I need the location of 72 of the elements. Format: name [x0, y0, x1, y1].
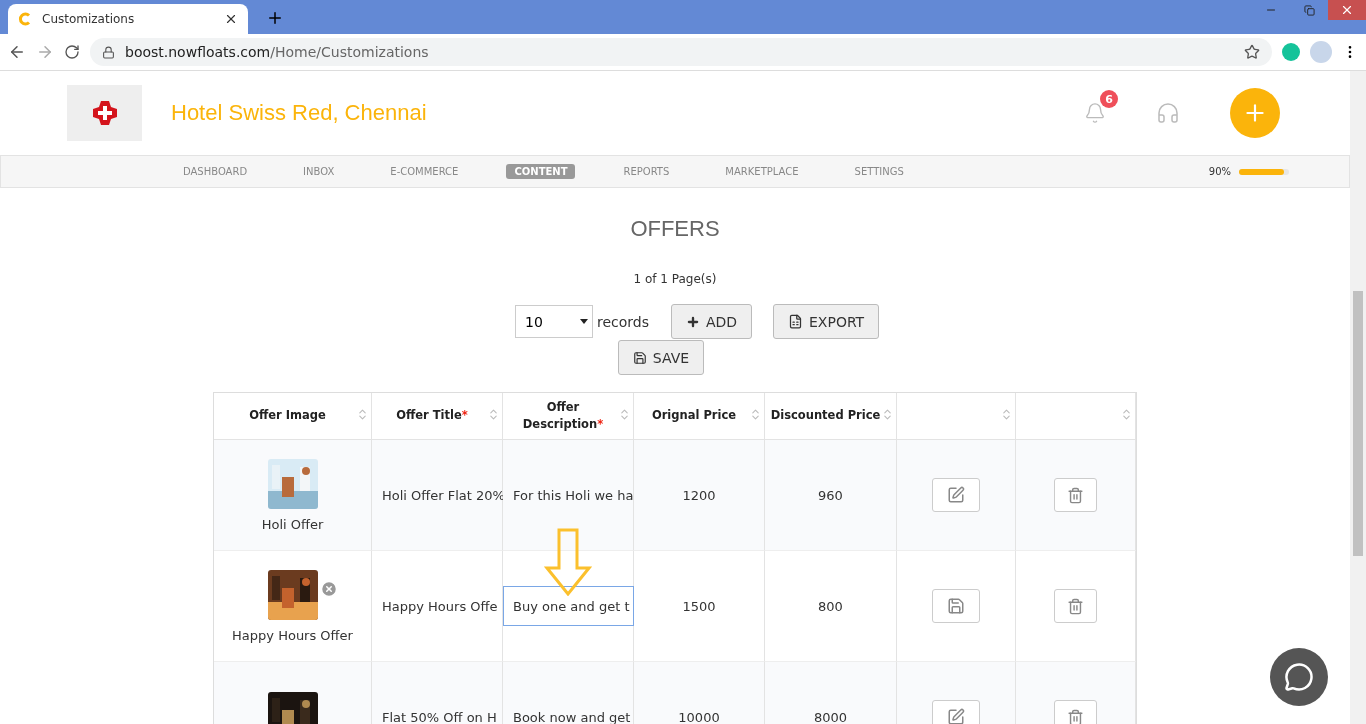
pagination-text: 1 of 1 Page(s)	[633, 272, 717, 286]
logo-icon	[90, 99, 119, 127]
trash-icon	[1067, 708, 1084, 724]
table-cell: 1200	[682, 487, 716, 503]
remove-image-icon[interactable]	[319, 579, 338, 598]
export-button[interactable]: EXPORT	[773, 304, 880, 339]
url-text: boost.nowfloats.com/Home/Customizations	[125, 44, 430, 60]
save-button[interactable]: SAVE	[617, 340, 705, 375]
tab-title: Customizations	[42, 12, 136, 26]
records-label: records	[597, 313, 650, 330]
notification-count: 6	[1100, 90, 1118, 108]
sort-icon[interactable]	[749, 408, 762, 421]
sort-icon[interactable]	[618, 408, 631, 421]
save-icon	[632, 350, 647, 365]
edit-icon	[947, 708, 965, 724]
delete-button[interactable]	[1054, 589, 1097, 623]
headset-icon[interactable]	[1156, 101, 1180, 125]
back-icon[interactable]	[8, 43, 26, 61]
edit-button[interactable]	[932, 478, 980, 512]
sort-icon[interactable]	[1120, 408, 1133, 421]
sort-icon[interactable]	[1000, 408, 1013, 421]
page-title: OFFERS	[630, 216, 720, 242]
forward-icon[interactable]	[36, 43, 54, 61]
sort-icon[interactable]	[881, 408, 894, 421]
sort-icon[interactable]	[487, 408, 500, 421]
table-cell: For this Holi we ha	[513, 487, 634, 503]
down-arrow-annotation	[544, 528, 592, 596]
restore-icon[interactable]	[1303, 4, 1315, 16]
browser-tab[interactable]: Customizations	[8, 4, 248, 34]
save-row-button[interactable]	[932, 589, 980, 623]
bell-icon[interactable]	[1084, 102, 1106, 124]
chat-button[interactable]	[1270, 648, 1328, 706]
save-icon	[947, 597, 965, 615]
table-cell: 800	[818, 598, 843, 614]
delete-button[interactable]	[1054, 478, 1097, 512]
dropdown-caret-icon	[580, 319, 588, 324]
spreadsheet-icon	[788, 314, 803, 329]
trash-icon	[1067, 486, 1084, 504]
edit-button[interactable]	[932, 700, 980, 724]
records-select[interactable]: 10	[515, 305, 593, 338]
edit-icon	[947, 486, 965, 504]
table-cell: 960	[818, 487, 843, 503]
table-cell: 10000	[678, 709, 720, 724]
image-caption: Holi Offer	[261, 516, 324, 532]
site-icon	[18, 12, 32, 26]
trash-icon	[1067, 597, 1084, 615]
add-button[interactable]: ADD	[671, 304, 753, 339]
description-field[interactable]: Buy one and get t	[503, 586, 634, 626]
business-name: Hotel Swiss Red, Chennai	[171, 100, 428, 126]
plus-icon	[686, 314, 700, 329]
image-caption: Happy Hours Offer	[232, 627, 353, 643]
profile-avatar[interactable]	[1310, 41, 1332, 63]
scrollbar[interactable]	[1350, 71, 1366, 724]
close-window-icon[interactable]	[1340, 3, 1354, 17]
table-cell: Happy Hours Offe	[382, 598, 498, 614]
table-cell: Flat 50% Off on H	[382, 709, 497, 724]
chat-icon	[1284, 662, 1314, 692]
table-cell: 1500	[682, 598, 716, 614]
table-cell: Book now and get	[513, 709, 631, 724]
bookmark-star-icon[interactable]	[1244, 44, 1260, 60]
new-tab-icon[interactable]	[266, 9, 284, 27]
add-fab[interactable]	[1230, 88, 1280, 138]
sort-icon[interactable]	[356, 408, 369, 421]
address-bar[interactable]: boost.nowfloats.com/Home/Customizations	[90, 38, 1272, 66]
extension-icon[interactable]	[1282, 43, 1300, 61]
lock-icon	[102, 45, 115, 59]
table-cell: 8000	[813, 709, 848, 724]
delete-button[interactable]	[1054, 700, 1097, 724]
table-cell: Holi Offer Flat 20%	[382, 487, 505, 503]
reload-icon[interactable]	[64, 44, 80, 60]
completion-reading: 90%	[1208, 166, 1231, 177]
close-icon[interactable]	[224, 12, 238, 26]
